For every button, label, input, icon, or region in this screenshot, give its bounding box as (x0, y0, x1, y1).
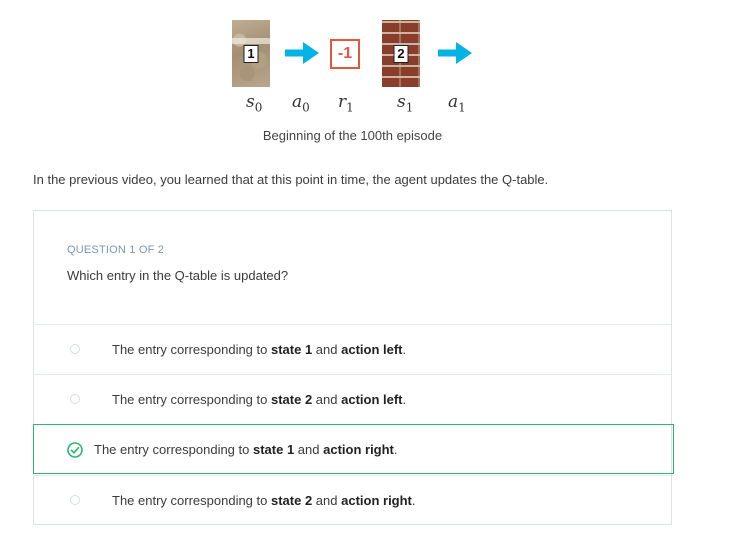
state-1-tile: 2 (382, 20, 420, 87)
question-text: Which entry in the Q-table is updated? (67, 268, 289, 283)
answer-option-3-selected[interactable]: The entry corresponding to state 1 and a… (33, 424, 674, 474)
question-counter: QUESTION 1 OF 2 (67, 244, 165, 256)
check-circle-icon (67, 442, 83, 458)
symbol-s0: s0 (246, 92, 263, 115)
action-1-arrow-icon (438, 42, 472, 64)
symbol-s1: s1 (397, 92, 414, 115)
state-0-tile: 1 (232, 20, 270, 87)
state-0-number: 1 (243, 44, 259, 63)
symbol-a1: a1 (448, 92, 466, 115)
symbol-r1: r1 (338, 92, 354, 115)
answer-option-2[interactable]: The entry corresponding to state 2 and a… (34, 374, 671, 424)
radio-icon[interactable] (70, 344, 80, 354)
answer-option-4[interactable]: The entry corresponding to state 2 and a… (34, 475, 671, 525)
answer-label: The entry corresponding to state 2 and a… (112, 392, 407, 407)
answer-option-1[interactable]: The entry corresponding to state 1 and a… (34, 324, 671, 374)
answer-label: The entry corresponding to state 2 and a… (112, 493, 416, 508)
radio-icon[interactable] (70, 495, 80, 505)
state-1-number: 2 (393, 44, 409, 63)
question-header: QUESTION 1 OF 2 Which entry in the Q-tab… (67, 244, 288, 283)
action-0-arrow-icon (285, 42, 319, 64)
answer-label: The entry corresponding to state 1 and a… (112, 342, 407, 357)
symbol-a0: a0 (292, 92, 310, 115)
reward-box: -1 (330, 39, 360, 69)
quiz-card: QUESTION 1 OF 2 Which entry in the Q-tab… (33, 210, 674, 525)
radio-icon[interactable] (70, 394, 80, 404)
answer-label: The entry corresponding to state 1 and a… (94, 442, 398, 457)
episode-figure: 1 -1 2 s0 a0 r1 s1 a1 Beginning of the 1… (0, 0, 730, 150)
figure-caption: Beginning of the 100th episode (262, 128, 443, 143)
intro-text: In the previous video, you learned that … (33, 172, 549, 187)
